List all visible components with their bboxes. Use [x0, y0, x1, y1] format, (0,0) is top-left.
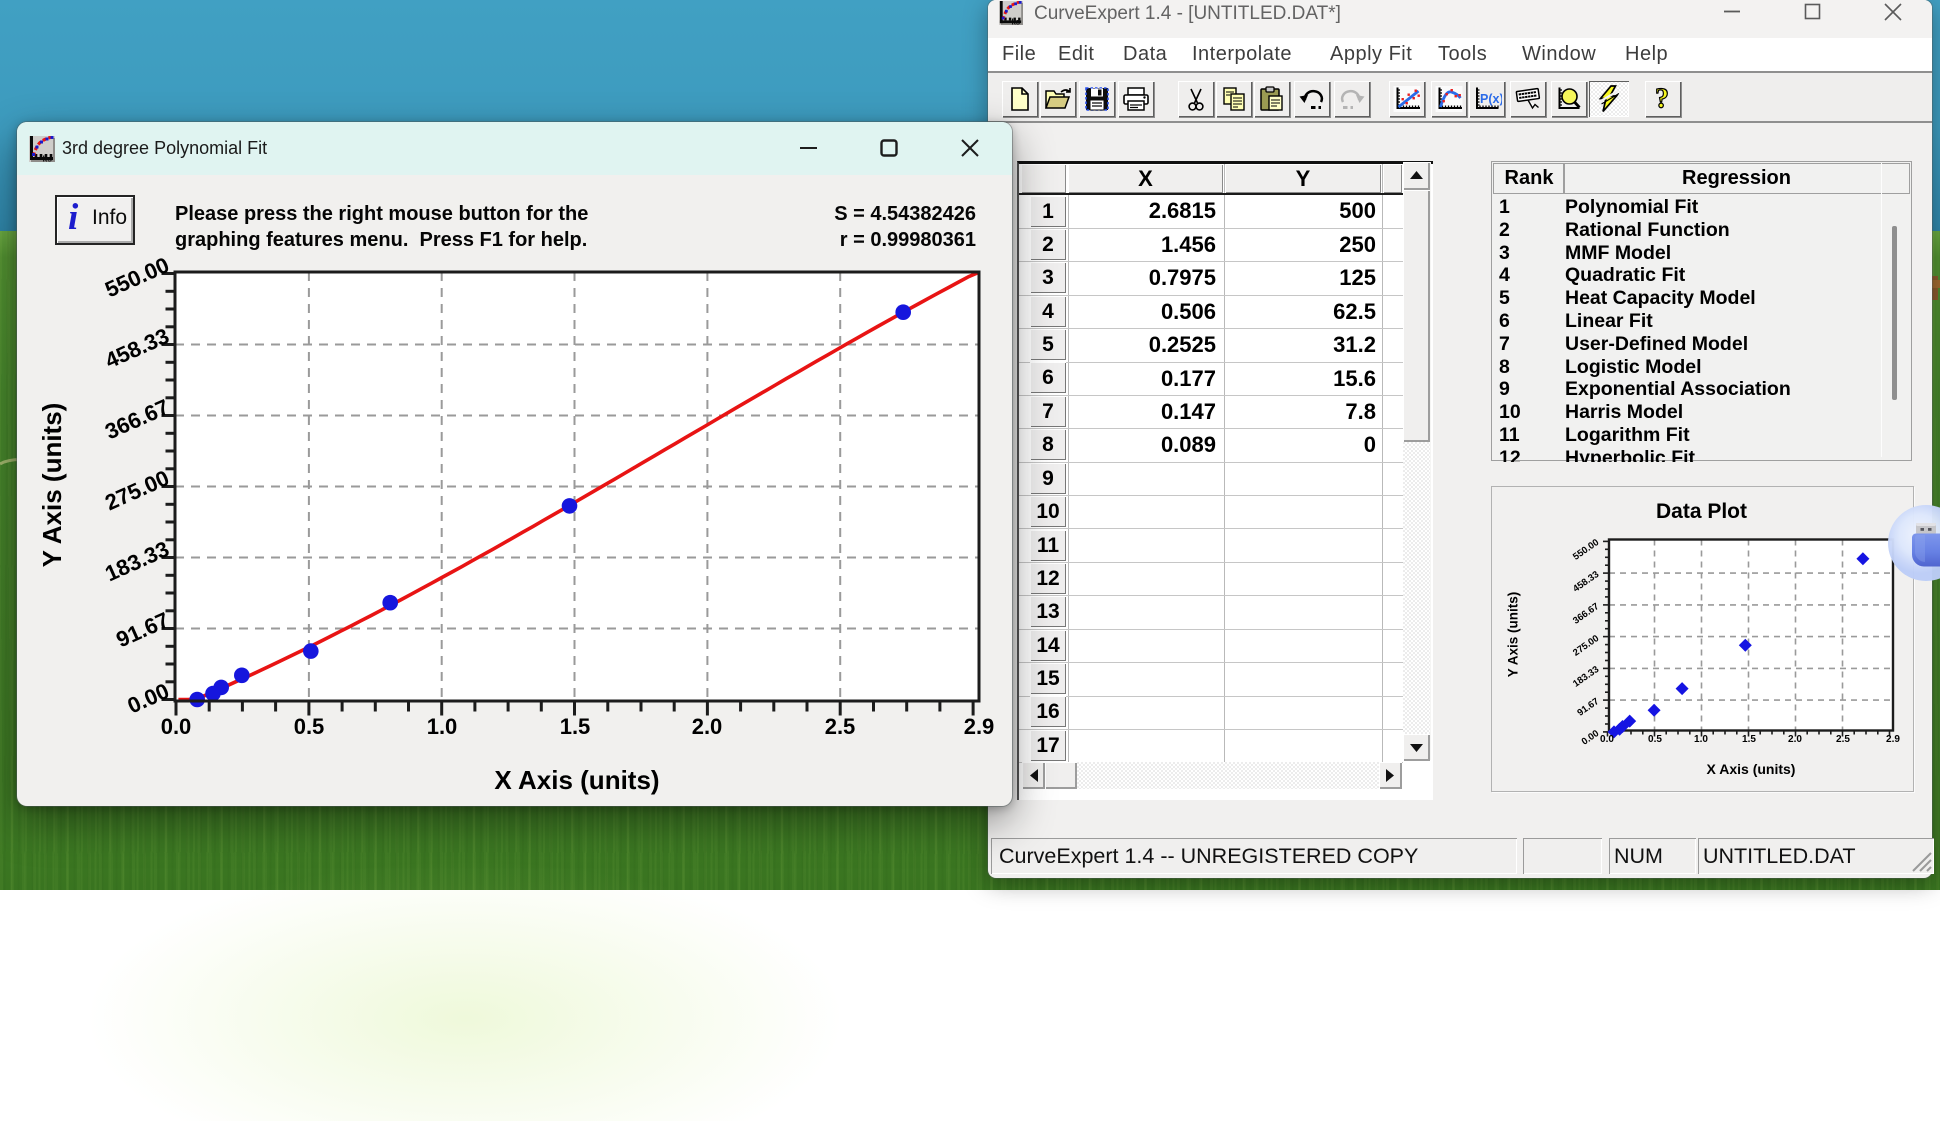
svg-text:P(x): P(x) — [1480, 92, 1502, 106]
svg-text:ks: ks — [1011, 18, 1020, 25]
svg-text:?: ? — [1655, 85, 1669, 114]
